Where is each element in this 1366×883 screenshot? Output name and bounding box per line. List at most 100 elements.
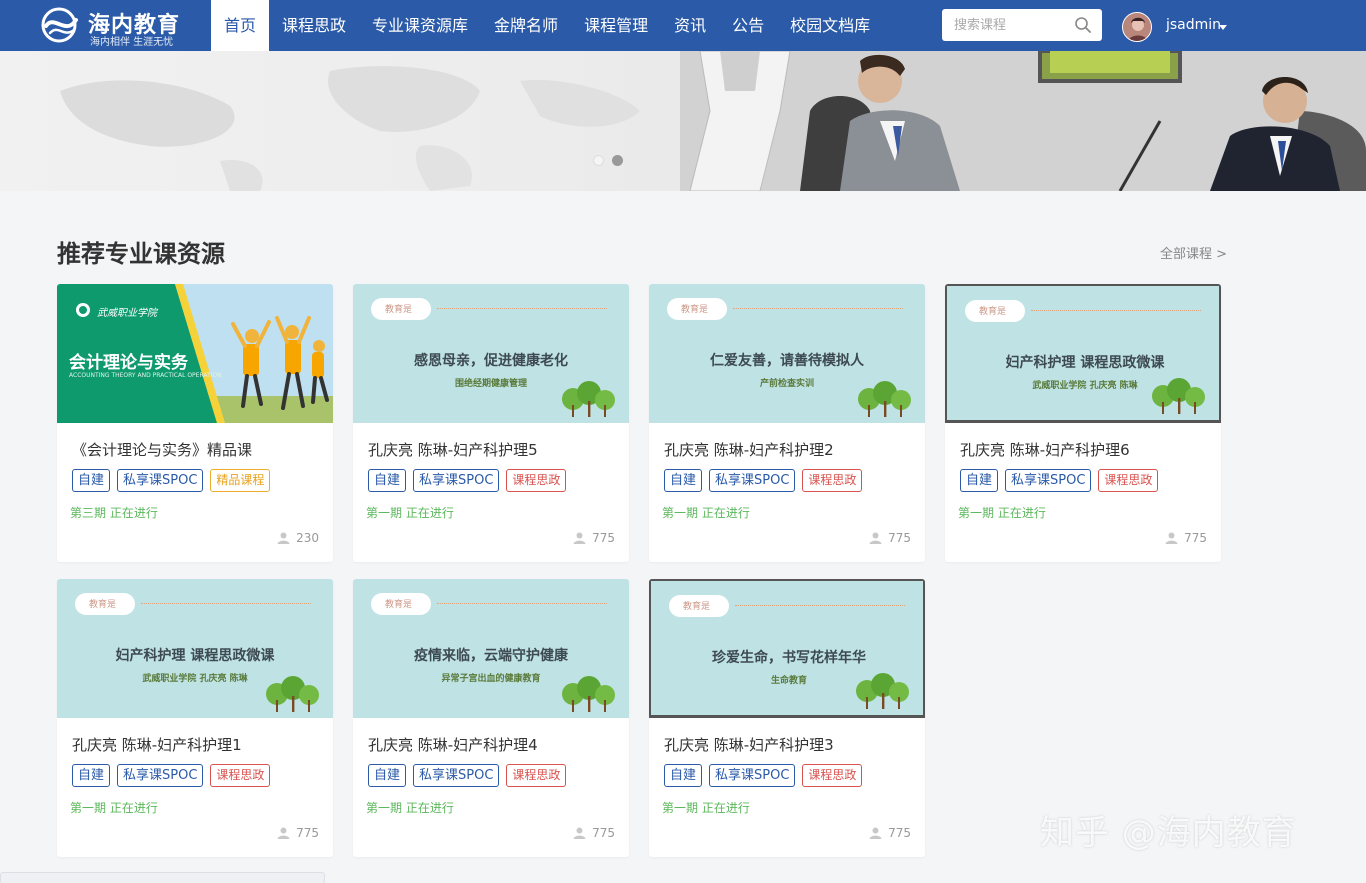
course-status: 第一期 正在进行	[662, 506, 750, 520]
nav-item-6[interactable]: 公告	[719, 0, 777, 51]
thumbnail-label: 教育是	[385, 305, 413, 315]
tag-badge[interactable]: 自建	[368, 764, 407, 787]
dotted-divider	[1031, 310, 1201, 311]
tag-badge[interactable]: 课程思政	[1098, 469, 1159, 492]
course-card[interactable]: 武威职业学院会计理论与实务 ACCOUNTING THEORY AND PRACT…	[57, 284, 333, 562]
tag-badge[interactable]: 私享课SPOC	[413, 764, 500, 787]
tag-badge[interactable]: 私享课SPOC	[413, 469, 500, 492]
tree-illustration-icon	[856, 673, 909, 709]
dotted-divider	[735, 605, 905, 606]
carousel-dot-1[interactable]	[593, 155, 604, 166]
thumbnail-label: 教育是	[681, 305, 709, 315]
tag-badge[interactable]: 自建	[72, 764, 111, 787]
carousel-dot-2[interactable]	[612, 155, 623, 166]
tag-badge[interactable]: 课程思政	[506, 764, 567, 787]
user-icon	[1165, 532, 1178, 544]
tag-badge[interactable]: 私享课SPOC	[1005, 469, 1092, 492]
course-thumbnail[interactable]: 教育是 感恩母亲，促进健康老化 围绝经期健康管理	[353, 284, 629, 423]
search-input[interactable]	[942, 9, 1070, 41]
tree-illustration-icon	[562, 676, 615, 712]
thumbnail-label: 教育是	[683, 602, 711, 612]
user-icon	[277, 532, 290, 544]
nav-item-4[interactable]: 课程管理	[571, 0, 661, 51]
tag-list: 自建 私享课SPOC 课程思政	[368, 764, 567, 787]
user-icon	[869, 532, 882, 544]
course-status: 第一期 正在进行	[662, 801, 750, 815]
tag-badge[interactable]: 课程思政	[506, 469, 567, 492]
course-title[interactable]: 孔庆亮 陈琳-妇产科护理1	[72, 734, 242, 755]
thumbnail-title: 妇产科护理 课程思政微课	[1005, 355, 1165, 371]
course-card[interactable]: 教育是 感恩母亲，促进健康老化 围绝经期健康管理孔庆亮 陈琳-妇产科护理5 自建 私享课…	[353, 284, 629, 562]
tag-badge[interactable]: 课程思政	[210, 764, 271, 787]
course-thumbnail[interactable]: 武威职业学院会计理论与实务 ACCOUNTING THEORY AND PRACT…	[57, 284, 333, 423]
tag-list: 自建 私享课SPOC 课程思政	[960, 469, 1159, 492]
tag-badge[interactable]: 自建	[960, 469, 999, 492]
thumbnail-title: 疫情来临，云端守护健康	[414, 648, 568, 664]
course-card[interactable]: 教育是 妇产科护理 课程思政微课 武威职业学院 孔庆亮 陈琳孔庆亮 陈琳-妇产科护理…	[945, 284, 1221, 562]
tag-badge[interactable]: 私享课SPOC	[709, 764, 796, 787]
hero-banner[interactable]	[0, 51, 1366, 191]
logo-icon	[41, 7, 78, 43]
tag-badge[interactable]: 自建	[72, 469, 111, 492]
course-card[interactable]: 教育是 疫情来临，云端守护健康 异常子宫出血的健康教育 孔庆亮 陈琳-妇产科护理4 自建…	[353, 579, 629, 857]
tag-badge[interactable]: 精品课程	[210, 469, 271, 492]
tag-list: 自建 私享课SPOC 课程思政	[368, 469, 567, 492]
brand-logo[interactable]: 海内教育 海内相伴 生涯无忧	[40, 4, 190, 48]
tag-list: 自建 私享课SPOC 课程思政	[72, 764, 271, 787]
tag-badge[interactable]: 自建	[664, 764, 703, 787]
course-card[interactable]: 教育是 珍爱生命，书写花样年华 生命教育 孔庆亮 陈琳-妇产科护理3 自建 私享课SPOC…	[649, 579, 925, 857]
tag-badge[interactable]: 私享课SPOC	[709, 469, 796, 492]
tag-badge[interactable]: 自建	[368, 469, 407, 492]
thumbnail-title: 珍爱生命，书写花样年华	[712, 650, 866, 666]
course-title[interactable]: 孔庆亮 陈琳-妇产科护理5	[368, 439, 538, 460]
enrollment-count-value: 775	[888, 826, 911, 840]
course-thumbnail[interactable]: 教育是 珍爱生命，书写花样年华 生命教育	[649, 579, 925, 718]
nav-item-2[interactable]: 专业课资源库	[359, 0, 481, 51]
course-card[interactable]: 教育是 妇产科护理 课程思政微课 武威职业学院 孔庆亮 陈琳孔庆亮 陈琳-妇产科护理…	[57, 579, 333, 857]
search-icon[interactable]	[1074, 16, 1092, 34]
banner-image	[60, 51, 1366, 191]
chevron-down-icon[interactable]	[1219, 25, 1227, 30]
nav-item-5[interactable]: 资讯	[661, 0, 719, 51]
course-thumbnail[interactable]: 教育是 疫情来临，云端守护健康 异常子宫出血的健康教育	[353, 579, 629, 718]
course-title[interactable]: 孔庆亮 陈琳-妇产科护理3	[664, 734, 834, 755]
nav-item-3[interactable]: 金牌名师	[481, 0, 571, 51]
thumbnail-label: 教育是	[385, 600, 413, 610]
enrollment-count-value: 775	[592, 531, 615, 545]
user-icon	[573, 827, 586, 839]
enrollment-count: 775	[1165, 531, 1207, 545]
tag-badge[interactable]: 课程思政	[802, 764, 863, 787]
course-card[interactable]: 教育是 仁爱友善，请善待模拟人 产前检查实训孔庆亮 陈琳-妇产科护理2 自建 私享课SP…	[649, 284, 925, 562]
nav-item-0[interactable]: 首页	[211, 0, 270, 51]
tree-illustration-icon	[858, 381, 911, 417]
course-thumbnail[interactable]: 教育是 仁爱友善，请善待模拟人 产前检查实训	[649, 284, 925, 423]
course-thumbnail[interactable]: 教育是 妇产科护理 课程思政微课 武威职业学院 孔庆亮 陈琳	[57, 579, 333, 718]
course-thumbnail[interactable]: 教育是 妇产科护理 课程思政微课 武威职业学院 孔庆亮 陈琳	[945, 284, 1221, 423]
user-icon	[869, 827, 882, 839]
horizontal-scrollbar[interactable]	[0, 872, 325, 883]
avatar[interactable]	[1122, 12, 1152, 42]
nav-item-7[interactable]: 校园文档库	[777, 0, 883, 51]
thumbnail-title: 会计理论与实务	[69, 353, 188, 373]
all-courses-link[interactable]: 全部课程 >	[1160, 243, 1227, 262]
tag-list: 自建 私享课SPOC 课程思政	[664, 764, 863, 787]
thumbnail-subtitle: ACCOUNTING THEORY AND PRACTICAL OPERATIO…	[69, 372, 222, 379]
course-status: 第一期 正在进行	[958, 506, 1046, 520]
tag-badge[interactable]: 课程思政	[802, 469, 863, 492]
course-title[interactable]: 孔庆亮 陈琳-妇产科护理4	[368, 734, 538, 755]
tag-badge[interactable]: 私享课SPOC	[117, 469, 204, 492]
course-title[interactable]: 《会计理论与实务》精品课	[72, 439, 252, 460]
tag-badge[interactable]: 自建	[664, 469, 703, 492]
enrollment-count-value: 775	[296, 826, 319, 840]
course-title[interactable]: 孔庆亮 陈琳-妇产科护理2	[664, 439, 834, 460]
thumbnail-school: 武威职业学院	[97, 308, 157, 319]
course-status: 第一期 正在进行	[366, 801, 454, 815]
tag-badge[interactable]: 私享课SPOC	[117, 764, 204, 787]
nav-item-1[interactable]: 课程思政	[269, 0, 359, 51]
username[interactable]: jsadmin	[1166, 17, 1221, 33]
course-status: 第一期 正在进行	[70, 801, 158, 815]
enrollment-count-value: 775	[592, 826, 615, 840]
avatar-image	[1123, 13, 1151, 41]
course-title[interactable]: 孔庆亮 陈琳-妇产科护理6	[960, 439, 1130, 460]
enrollment-count: 775	[869, 826, 911, 840]
